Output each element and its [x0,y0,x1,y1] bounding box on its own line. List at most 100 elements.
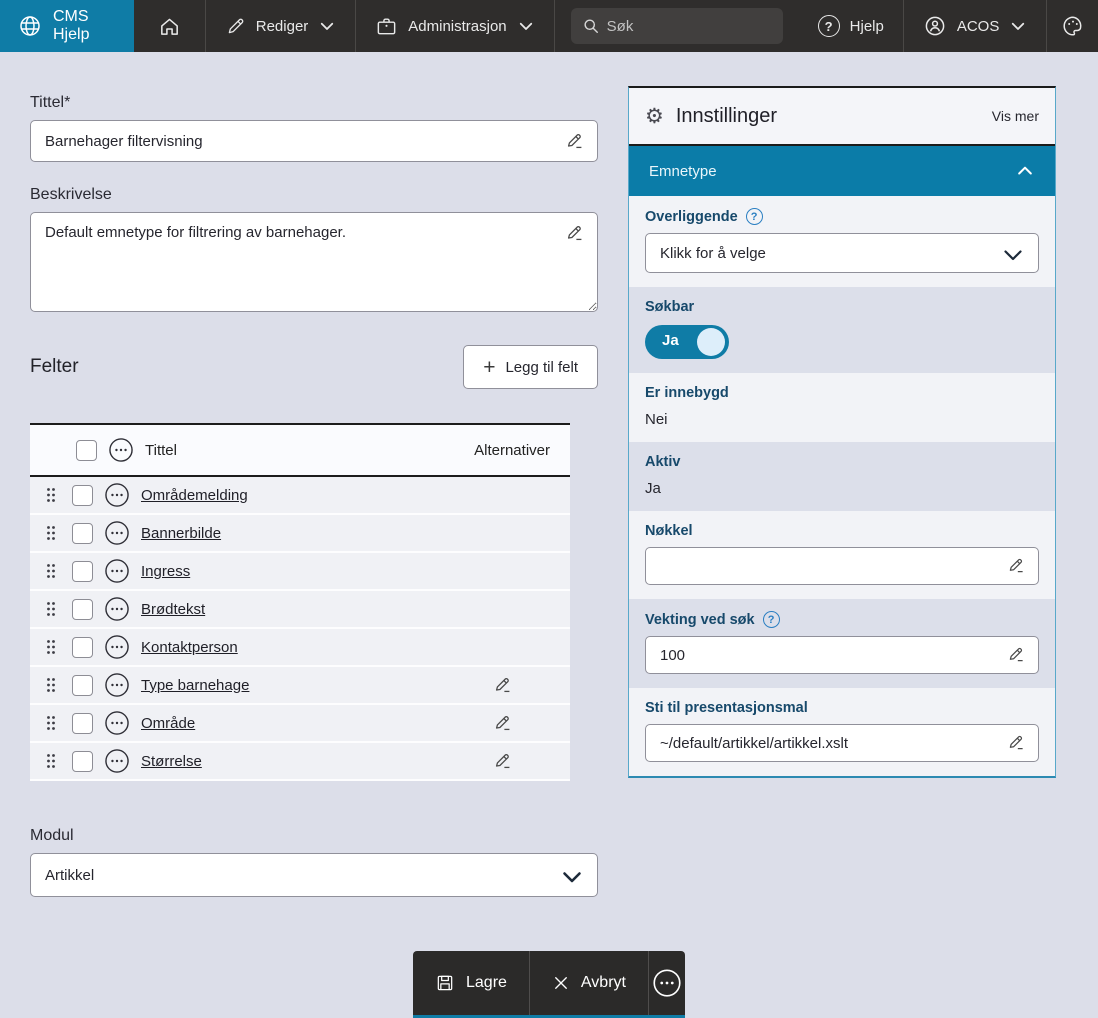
field-link[interactable]: Størrelse [141,753,202,770]
overliggende-label: Overliggende ? [645,208,1039,225]
description-label: Beskrivelse [30,186,598,204]
close-icon [552,974,570,992]
nokkel-label: Nøkkel [645,523,1039,539]
brand-cms-hjelp[interactable]: CMS Hjelp [0,0,134,52]
nav-user-label: ACOS [957,18,1000,35]
row-checkbox[interactable] [72,561,93,582]
row-checkbox[interactable] [72,599,93,620]
header-options-icon[interactable] [108,437,134,463]
edit-options-pencil-icon[interactable] [492,674,514,696]
overliggende-select[interactable]: Klikk for å velge [645,233,1039,273]
field-link[interactable]: Bannerbilde [141,525,221,542]
drag-handle-icon[interactable] [46,563,56,579]
sokbar-toggle[interactable]: Ja [645,325,729,359]
er-innebygd-value: Nei [645,411,1039,428]
vekting-input[interactable] [645,636,1039,674]
row-options-icon[interactable] [104,710,130,736]
plus-icon: + [483,357,495,378]
table-row: Områdemelding [30,477,570,515]
edit-pencil-icon[interactable] [1006,644,1027,665]
drag-handle-icon[interactable] [46,677,56,693]
row-checkbox[interactable] [72,713,93,734]
chevron-down-icon [1009,17,1027,35]
row-options-icon[interactable] [104,634,130,660]
nav-theme-button[interactable] [1046,0,1098,52]
sti-label: Sti til presentasjonsmal [645,700,1039,716]
search-input[interactable] [571,8,783,44]
vekting-label: Vekting ved søk ? [645,611,1039,628]
drag-handle-icon[interactable] [46,639,56,655]
title-input[interactable] [30,120,598,162]
edit-pencil-icon[interactable] [564,130,586,152]
edit-pencil-icon[interactable] [1006,555,1027,576]
cancel-button[interactable]: Avbryt [529,951,648,1015]
row-options-icon[interactable] [104,596,130,622]
description-textarea[interactable]: Default emnetype for filtrering av barne… [30,212,598,312]
row-options-icon[interactable] [104,558,130,584]
nav-rediger-label: Rediger [256,18,309,35]
chevron-down-icon [517,17,535,35]
row-checkbox[interactable] [72,675,93,696]
aktiv-section: Aktiv Ja [629,442,1055,511]
sti-input[interactable] [645,724,1039,762]
nav-administrasjon-label: Administrasjon [408,18,506,35]
row-checkbox[interactable] [72,485,93,506]
save-button[interactable]: Lagre [413,951,529,1015]
field-link[interactable]: Område [141,715,195,732]
row-checkbox[interactable] [72,637,93,658]
palette-icon [1061,14,1085,38]
drag-handle-icon[interactable] [46,487,56,503]
drag-handle-icon[interactable] [46,753,56,769]
nav-user-menu[interactable]: ACOS [903,0,1047,52]
title-label: Tittel* [30,94,598,112]
table-row: Brødtekst [30,591,570,629]
nav-hjelp-button[interactable]: ? Hjelp [799,0,903,52]
nokkel-input[interactable] [645,547,1039,585]
sti-section: Sti til presentasjonsmal [629,688,1055,776]
help-icon[interactable]: ? [763,611,780,628]
help-icon: ? [818,15,840,37]
er-innebygd-label: Er innebygd [645,385,1039,401]
show-more-link[interactable]: Vis mer [992,108,1039,124]
table-row: Størrelse [30,743,570,781]
drag-handle-icon[interactable] [46,525,56,541]
help-icon[interactable]: ? [746,208,763,225]
module-select[interactable]: Artikkel [30,853,598,897]
row-options-icon[interactable] [104,748,130,774]
drag-handle-icon[interactable] [46,601,56,617]
field-link[interactable]: Kontaktperson [141,639,238,656]
field-link[interactable]: Områdemelding [141,487,248,504]
edit-options-pencil-icon[interactable] [492,750,514,772]
nav-rediger-menu[interactable]: Rediger [205,0,356,52]
drag-handle-icon[interactable] [46,715,56,731]
sokbar-section: Søkbar Ja [629,287,1055,373]
table-row: Område [30,705,570,743]
edit-pencil-icon[interactable] [564,222,586,244]
field-link[interactable]: Type barnehage [141,677,249,694]
field-link[interactable]: Ingress [141,563,190,580]
nav-administrasjon-menu[interactable]: Administrasjon [355,0,553,52]
edit-pencil-icon[interactable] [1006,732,1027,753]
row-options-icon[interactable] [104,672,130,698]
nokkel-section: Nøkkel [629,511,1055,599]
pencil-icon [225,16,246,37]
emnetype-section-header[interactable]: Emnetype [629,146,1055,196]
row-options-icon[interactable] [104,520,130,546]
edit-options-pencil-icon[interactable] [492,712,514,734]
select-all-checkbox[interactable] [76,440,97,461]
row-options-icon[interactable] [104,482,130,508]
table-row: Type barnehage [30,667,570,705]
more-actions-button[interactable] [648,951,685,1015]
field-link[interactable]: Brødtekst [141,601,205,618]
action-bar: Lagre Avbryt [413,951,685,1018]
row-checkbox[interactable] [72,523,93,544]
nav-search-area [554,0,799,52]
add-field-button[interactable]: + Legg til felt [463,345,598,389]
nav-hjelp-label: Hjelp [850,18,884,35]
row-checkbox[interactable] [72,751,93,772]
nav-home-button[interactable] [134,0,205,52]
vekting-section: Vekting ved søk ? [629,599,1055,688]
toggle-knob [697,328,725,356]
chevron-down-icon [318,17,336,35]
aktiv-label: Aktiv [645,454,1039,470]
